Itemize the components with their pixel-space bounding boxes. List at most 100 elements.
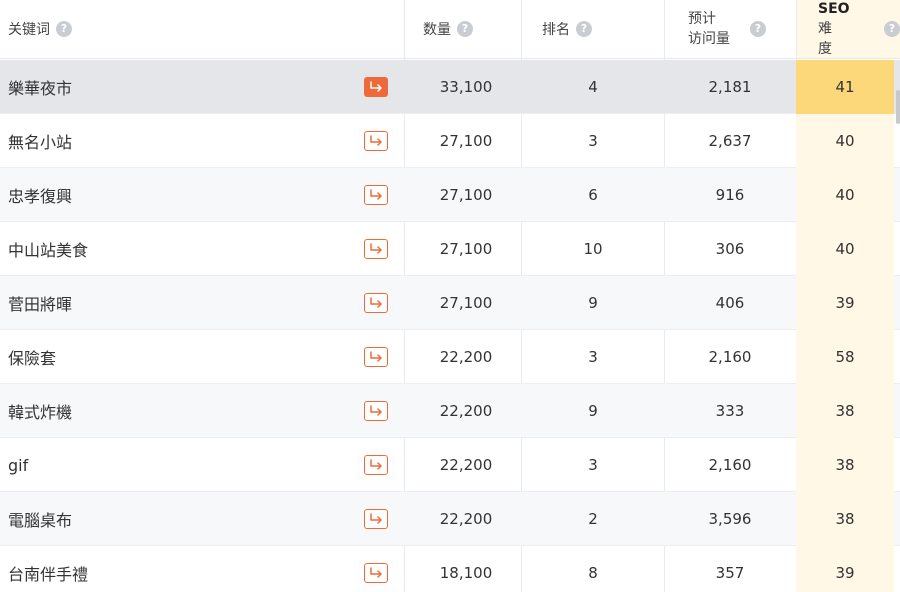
header-rank-label: 排名 bbox=[542, 22, 570, 38]
header-visits[interactable]: 预计 访问量 ? bbox=[664, 0, 796, 58]
volume-cell: 27,100 bbox=[439, 240, 493, 258]
question-circle-icon[interactable]: ? bbox=[576, 21, 592, 37]
arrow-turn-right-icon[interactable] bbox=[364, 401, 388, 421]
rank-cell: 10 bbox=[583, 240, 603, 258]
header-visits-line1: 预计 bbox=[688, 11, 716, 27]
go-cell bbox=[361, 114, 391, 168]
table-row[interactable]: 無名小站 27,100 3 2,637 40 bbox=[0, 114, 900, 168]
go-cell bbox=[361, 330, 391, 384]
volume-cell: 27,100 bbox=[439, 132, 493, 150]
go-cell bbox=[361, 222, 391, 276]
question-circle-icon[interactable]: ? bbox=[884, 21, 900, 37]
seo-difficulty-cell: 38 bbox=[796, 438, 894, 492]
rank-cell: 2 bbox=[588, 510, 598, 528]
arrow-turn-right-icon[interactable] bbox=[364, 131, 388, 151]
table-row[interactable]: 中山站美食 27,100 10 306 40 bbox=[0, 222, 900, 276]
rank-cell: 6 bbox=[588, 186, 598, 204]
keyword-cell[interactable]: 中山站美食 bbox=[8, 222, 348, 276]
keyword-cell[interactable]: 台南伴手禮 bbox=[8, 546, 348, 592]
rank-cell: 9 bbox=[588, 294, 598, 312]
question-circle-icon[interactable]: ? bbox=[750, 21, 766, 37]
go-cell bbox=[361, 276, 391, 330]
visits-cell: 306 bbox=[715, 240, 745, 258]
table-row[interactable]: 台南伴手禮 18,100 8 357 39 bbox=[0, 546, 900, 592]
header-visits-line2: 访问量 bbox=[688, 31, 730, 47]
go-cell bbox=[361, 168, 391, 222]
volume-cell: 18,100 bbox=[439, 564, 493, 582]
seo-difficulty-cell: 40 bbox=[796, 168, 894, 222]
go-cell bbox=[361, 492, 391, 546]
visits-cell: 916 bbox=[715, 186, 745, 204]
arrow-turn-right-icon[interactable] bbox=[364, 509, 388, 529]
table-header: 关键词 ? 数量 ? 排名 ? 预计 访问量 ? SEO 难 度 ? bbox=[0, 0, 900, 59]
go-cell bbox=[361, 60, 391, 114]
table-row[interactable]: gif 22,200 3 2,160 38 bbox=[0, 438, 900, 492]
volume-cell: 22,200 bbox=[439, 456, 493, 474]
go-cell bbox=[361, 438, 391, 492]
table-row[interactable]: 樂華夜市 33,100 4 2,181 41 bbox=[0, 60, 900, 114]
header-seo-strong: SEO bbox=[818, 1, 850, 17]
volume-cell: 22,200 bbox=[439, 348, 493, 366]
rank-cell: 3 bbox=[588, 348, 598, 366]
rank-cell: 4 bbox=[588, 78, 598, 96]
volume-cell: 27,100 bbox=[439, 294, 493, 312]
visits-cell: 2,637 bbox=[708, 132, 752, 150]
arrow-turn-right-icon[interactable] bbox=[364, 455, 388, 475]
arrow-turn-right-icon[interactable] bbox=[364, 239, 388, 259]
arrow-turn-right-icon[interactable] bbox=[364, 185, 388, 205]
visits-cell: 2,160 bbox=[708, 456, 752, 474]
keyword-cell[interactable]: 忠孝復興 bbox=[8, 168, 348, 222]
header-volume[interactable]: 数量 ? bbox=[410, 0, 522, 58]
keyword-cell[interactable]: 無名小站 bbox=[8, 114, 348, 168]
go-cell bbox=[361, 384, 391, 438]
table-row[interactable]: 韓式炸機 22,200 9 333 38 bbox=[0, 384, 900, 438]
keyword-cell[interactable]: gif bbox=[8, 438, 348, 492]
seo-difficulty-cell: 39 bbox=[796, 276, 894, 330]
question-circle-icon[interactable]: ? bbox=[56, 21, 72, 37]
keyword-cell[interactable]: 電腦桌布 bbox=[8, 492, 348, 546]
keyword-table: 关键词 ? 数量 ? 排名 ? 预计 访问量 ? SEO 难 度 ? 樂華夜市 3… bbox=[0, 0, 900, 592]
rank-cell: 9 bbox=[588, 402, 598, 420]
keyword-cell[interactable]: 保險套 bbox=[8, 330, 348, 384]
seo-difficulty-cell: 58 bbox=[796, 330, 894, 384]
arrow-turn-right-icon[interactable] bbox=[364, 293, 388, 313]
rank-cell: 3 bbox=[588, 456, 598, 474]
seo-difficulty-cell: 40 bbox=[796, 114, 894, 168]
table-row[interactable]: 菅田將暉 27,100 9 406 39 bbox=[0, 276, 900, 330]
table-row[interactable]: 保險套 22,200 3 2,160 58 bbox=[0, 330, 900, 384]
volume-cell: 27,100 bbox=[439, 186, 493, 204]
arrow-turn-right-icon[interactable] bbox=[364, 347, 388, 367]
visits-cell: 2,181 bbox=[708, 78, 752, 96]
seo-difficulty-cell: 38 bbox=[796, 492, 894, 546]
arrow-turn-right-icon[interactable] bbox=[364, 77, 388, 97]
question-circle-icon[interactable]: ? bbox=[457, 21, 473, 37]
header-seo-rest2: 度 bbox=[818, 41, 832, 57]
seo-difficulty-cell: 38 bbox=[796, 384, 894, 438]
visits-cell: 357 bbox=[715, 564, 745, 582]
go-cell bbox=[361, 546, 391, 592]
volume-cell: 22,200 bbox=[439, 510, 493, 528]
seo-difficulty-cell: 39 bbox=[796, 546, 894, 592]
keyword-cell[interactable]: 韓式炸機 bbox=[8, 384, 348, 438]
header-volume-label: 数量 bbox=[423, 22, 451, 38]
table-row[interactable]: 忠孝復興 27,100 6 916 40 bbox=[0, 168, 900, 222]
volume-cell: 22,200 bbox=[439, 402, 493, 420]
rank-cell: 8 bbox=[588, 564, 598, 582]
arrow-turn-right-icon[interactable] bbox=[364, 563, 388, 583]
visits-cell: 2,160 bbox=[708, 348, 752, 366]
rank-cell: 3 bbox=[588, 132, 598, 150]
header-rank[interactable]: 排名 ? bbox=[522, 0, 664, 58]
keyword-cell[interactable]: 樂華夜市 bbox=[8, 60, 348, 114]
header-seo-rest1: 难 bbox=[818, 21, 832, 37]
volume-cell: 33,100 bbox=[439, 78, 493, 96]
seo-difficulty-cell: 41 bbox=[796, 60, 894, 114]
seo-difficulty-cell: 40 bbox=[796, 222, 894, 276]
header-seo-difficulty[interactable]: SEO 难 度 ? bbox=[796, 0, 900, 58]
header-keyword-label: 关键词 bbox=[8, 22, 50, 38]
header-keyword[interactable]: 关键词 ? bbox=[8, 0, 403, 58]
keyword-cell[interactable]: 菅田將暉 bbox=[8, 276, 348, 330]
scrollbar-thumb[interactable] bbox=[896, 90, 900, 124]
table-row[interactable]: 電腦桌布 22,200 2 3,596 38 bbox=[0, 492, 900, 546]
header-visits-label: 预计 访问量 bbox=[688, 9, 730, 49]
header-seo-label: SEO 难 度 bbox=[818, 0, 860, 59]
